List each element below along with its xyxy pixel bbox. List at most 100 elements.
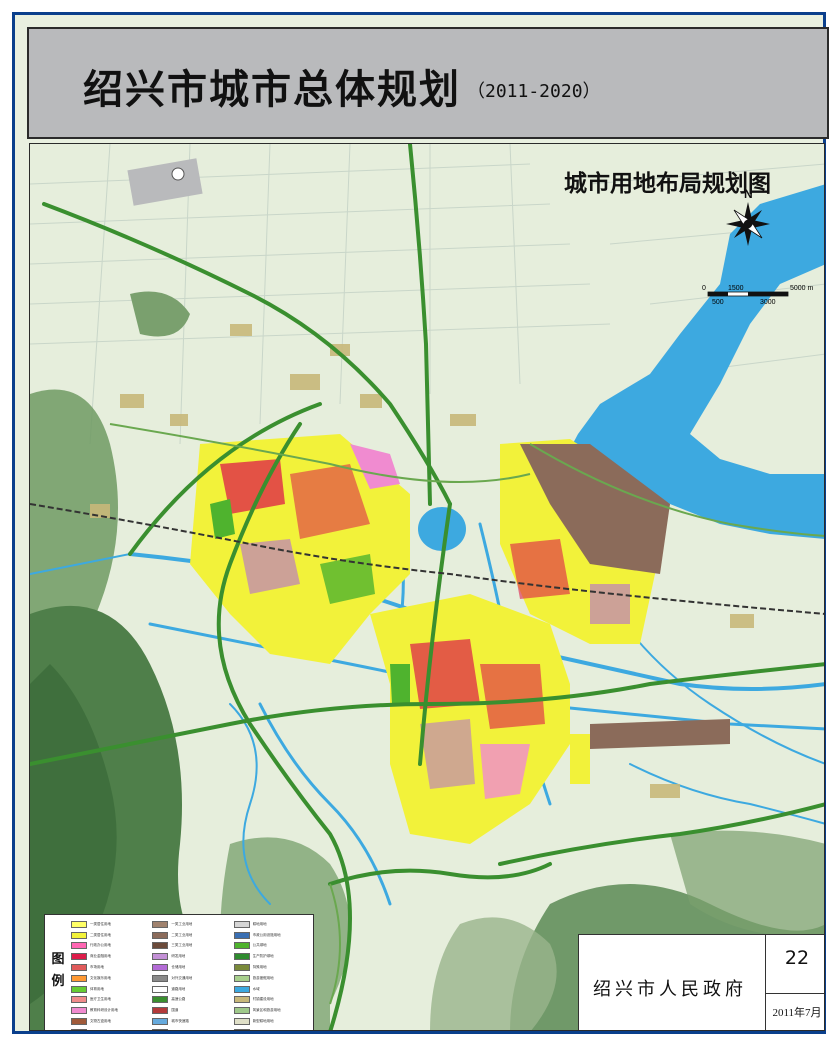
legend-item: 特殊用地 — [233, 962, 311, 973]
legend-item: 商业金融用地 — [71, 951, 148, 962]
legend-label: 城市快速路 — [171, 1019, 189, 1024]
legend-item: 旅游度假用地 — [233, 973, 311, 984]
legend-item: 仓储用地 — [152, 962, 229, 973]
legend-label: 旅游度假用地 — [252, 975, 274, 980]
scale-tick-500: 500 — [712, 299, 724, 306]
legend-item: 公共绿地 — [233, 941, 311, 952]
legend-swatch — [71, 964, 87, 972]
legend-swatch — [71, 1007, 87, 1015]
legend-item: 国道 — [152, 1005, 229, 1016]
legend-item: 市场用地 — [71, 962, 148, 973]
lake — [418, 507, 466, 551]
map-canvas[interactable]: N 0 1500 5000 m 500 3000 城市用地布局规划图 图例 一类… — [29, 143, 825, 1031]
legend-swatch — [152, 964, 169, 972]
legend-label: 研发用地 — [171, 954, 186, 959]
legend-label: 商业金融用地 — [90, 954, 111, 959]
legend-label: 耕地用地 — [252, 921, 267, 926]
legend-swatch — [233, 942, 250, 950]
legend-swatch — [233, 974, 250, 982]
legend-item: 水域 — [233, 984, 311, 995]
title-block: 绍兴市人民政府 22 2011年7月 — [578, 934, 824, 1030]
map-frame: 绍兴市城市总体规划 （2011-2020） N 0 1500 5000 m 50… — [12, 12, 829, 1034]
legend-item: 新型耕地用地 — [233, 1016, 311, 1027]
legend-label: 生产防护绿地 — [252, 954, 274, 959]
legend-item: 村镇建设用地 — [233, 995, 311, 1006]
legend-label: 道路用地 — [171, 986, 186, 991]
legend-item: 三类工业用地 — [152, 941, 229, 952]
legend-swatch — [71, 920, 87, 928]
legend-swatch — [152, 974, 169, 982]
legend-item: 二类工业用地 — [152, 930, 229, 941]
legend-swatch — [233, 996, 250, 1004]
legend-label: 水域 — [252, 986, 260, 991]
legend-label: 仓储用地 — [171, 965, 186, 970]
title-bar: 绍兴市城市总体规划 （2011-2020） — [27, 27, 829, 139]
legend-swatch — [152, 920, 169, 928]
legend-item: 生产防护绿地 — [233, 951, 311, 962]
legend-swatch — [233, 931, 250, 939]
legend-swatch — [152, 1007, 169, 1015]
legend-swatch — [71, 931, 87, 939]
legend-label: 新型耕地用地 — [252, 1019, 274, 1024]
legend-swatch — [71, 942, 87, 950]
legend-item: 一类工业用地 — [152, 919, 229, 930]
legend-label: 对外交通用地 — [171, 975, 193, 980]
legend-item: 高速公路 — [152, 995, 229, 1006]
map-subtitle: 城市用地布局规划图 — [564, 171, 771, 197]
legend-item: 城市快速路 — [152, 1016, 229, 1027]
legend-item: 医疗卫生用地 — [71, 995, 148, 1006]
land-use-map: N 0 1500 5000 m 500 3000 — [30, 144, 824, 1030]
scale-tick-3000: 3000 — [760, 299, 776, 306]
legend-swatch — [152, 942, 169, 950]
legend-item: 文物古迹用地 — [71, 1016, 148, 1027]
legend-swatch — [233, 1018, 250, 1026]
legend-label: 二类居住用地 — [90, 932, 111, 937]
legend-label: 医疗卫生用地 — [90, 997, 111, 1002]
legend-label: 风景区和旅游用地 — [252, 1008, 281, 1013]
legend-swatch — [71, 996, 87, 1004]
legend-item: 行政办公用地 — [71, 941, 148, 952]
legend-item: 道路用地 — [152, 984, 229, 995]
legend-swatch — [233, 964, 250, 972]
legend-label: 一类工业用地 — [171, 921, 193, 926]
legend-label: 二类工业用地 — [171, 932, 193, 937]
legend-label: 特殊用地 — [252, 965, 267, 970]
page-title: 绍兴市城市总体规划 — [83, 67, 461, 113]
legend-item: 研发用地 — [152, 951, 229, 962]
legend-item: 对外交通用地 — [152, 973, 229, 984]
legend-item: 一类居住用地 — [71, 919, 148, 930]
legend-swatch — [152, 1018, 169, 1026]
legend-item: 二类居住用地 — [71, 930, 148, 941]
legend-label: 公共绿地 — [252, 943, 267, 948]
plan-years: （2011-2020） — [467, 81, 601, 102]
legend-label: 村镇建设用地 — [252, 997, 274, 1002]
legend-label: 三类工业用地 — [171, 943, 193, 948]
legend-label: 市场用地 — [90, 965, 104, 970]
legend-item: 风景区和旅游用地 — [233, 1005, 311, 1016]
issuing-org: 绍兴市人民政府 — [593, 979, 747, 1000]
scale-tick-1500: 1500 — [728, 285, 744, 292]
legend-swatch — [71, 974, 87, 982]
legend-swatch — [233, 920, 250, 928]
legend-label: 体育用地 — [90, 986, 104, 991]
scale-tick-5000: 5000 m — [790, 285, 814, 292]
legend-label: 行政办公用地 — [90, 943, 111, 948]
legend-swatch — [233, 953, 250, 961]
legend-swatch — [152, 985, 169, 993]
legend-label: 市政公用设施用地 — [252, 932, 281, 937]
legend-swatch — [152, 953, 169, 961]
legend-item: 耕地用地 — [233, 919, 311, 930]
legend-swatch — [152, 996, 169, 1004]
legend-grid: 一类居住用地 一类工业用地 耕地用地二类居住用地 二类工业用地 市政公用设施用地行政办公… — [71, 919, 311, 1030]
legend-label: 文化娱乐用地 — [90, 975, 111, 980]
legend-label: 教育科研设计用地 — [90, 1008, 118, 1013]
legend-label: 国道 — [171, 1008, 179, 1013]
legend-item: 教育科研设计用地 — [71, 1005, 148, 1016]
legend-item: 体育用地 — [71, 984, 148, 995]
legend-swatch — [71, 1018, 87, 1026]
legend-label: 一类居住用地 — [90, 921, 111, 926]
legend-swatch — [71, 953, 87, 961]
legend-item: 市政公用设施用地 — [233, 930, 311, 941]
issue-date: 2011年7月 — [765, 993, 824, 1030]
legend-label: 文物古迹用地 — [90, 1019, 111, 1024]
